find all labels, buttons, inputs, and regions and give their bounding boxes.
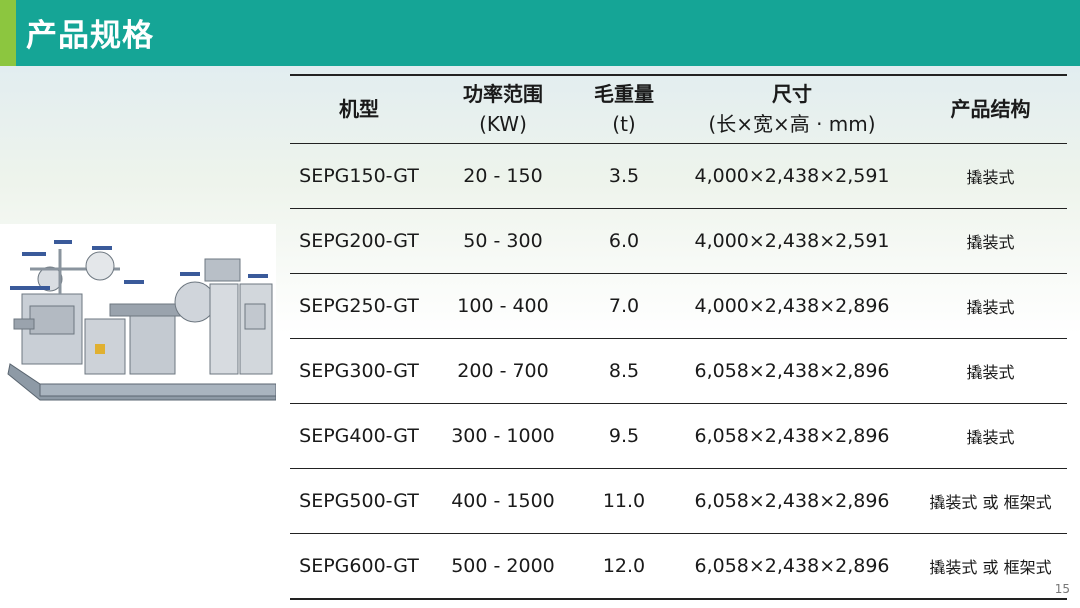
table-header-row: 机型 功率范围 (KW) 毛重量 (t) 尺寸 (长×宽×高 · mm) 产品结构 <box>290 74 1067 144</box>
cell-power: 300 - 1000 <box>451 424 555 447</box>
cell-size: 4,000×2,438×2,896 <box>694 294 890 317</box>
cell-weight: 9.5 <box>608 424 640 447</box>
cell-model: SEPG150-GT <box>299 164 419 187</box>
col-header-size: 尺寸 (长×宽×高 · mm) <box>670 74 914 144</box>
cell-model: SEPG400-GT <box>299 424 419 447</box>
cell-model: SEPG300-GT <box>299 359 419 382</box>
cell-structure: 撬装式 <box>966 362 1015 382</box>
cell-power: 500 - 2000 <box>451 554 555 577</box>
title-accent-bar <box>0 0 16 66</box>
cell-model: SEPG500-GT <box>299 489 419 512</box>
generator-set-diagram <box>0 224 276 406</box>
page-title: 产品规格 <box>26 18 154 54</box>
cell-power: 200 - 700 <box>457 359 549 382</box>
table-row: SEPG500-GT 400 - 1500 11.0 6,058×2,438×2… <box>290 468 1067 533</box>
table-row: SEPG150-GT 20 - 150 3.5 4,000×2,438×2,59… <box>290 143 1067 208</box>
table-row: SEPG600-GT 500 - 2000 12.0 6,058×2,438×2… <box>290 533 1067 599</box>
table-row: SEPG300-GT 200 - 700 8.5 6,058×2,438×2,8… <box>290 338 1067 403</box>
cell-size: 4,000×2,438×2,591 <box>694 229 890 252</box>
table-row: SEPG250-GT 100 - 400 7.0 4,000×2,438×2,8… <box>290 273 1067 338</box>
page-number: 15 <box>1054 582 1070 596</box>
cell-structure: 撬装式 或 框架式 <box>929 557 1052 577</box>
cell-size: 6,058×2,438×2,896 <box>694 489 890 512</box>
cell-size: 4,000×2,438×2,591 <box>694 164 890 187</box>
cell-weight: 7.0 <box>608 294 640 317</box>
cell-weight: 6.0 <box>608 229 640 252</box>
col-header-weight: 毛重量 (t) <box>578 74 670 144</box>
col-header-power: 功率范围 (KW) <box>428 74 578 144</box>
cell-size: 6,058×2,438×2,896 <box>694 424 890 447</box>
cell-structure: 撬装式 <box>966 427 1015 447</box>
cell-model: SEPG600-GT <box>299 554 419 577</box>
cell-weight: 3.5 <box>608 164 640 187</box>
col-header-model: 机型 <box>290 74 428 144</box>
col-header-structure: 产品结构 <box>914 74 1067 144</box>
cell-structure: 撬装式 <box>966 297 1015 317</box>
cell-model: SEPG250-GT <box>299 294 419 317</box>
cell-weight: 11.0 <box>602 489 646 512</box>
cell-structure: 撬装式 <box>966 167 1015 187</box>
title-bar: 产品规格 <box>0 0 1080 66</box>
cell-power: 50 - 300 <box>463 229 543 252</box>
cell-power: 400 - 1500 <box>451 489 555 512</box>
cell-power: 20 - 150 <box>463 164 543 187</box>
cell-model: SEPG200-GT <box>299 229 419 252</box>
cell-size: 6,058×2,438×2,896 <box>694 554 890 577</box>
cell-structure: 撬装式 或 框架式 <box>929 492 1052 512</box>
table-row: SEPG200-GT 50 - 300 6.0 4,000×2,438×2,59… <box>290 208 1067 273</box>
cell-structure: 撬装式 <box>966 232 1015 252</box>
cell-weight: 8.5 <box>608 359 640 382</box>
cell-size: 6,058×2,438×2,896 <box>694 359 890 382</box>
table-row: SEPG400-GT 300 - 1000 9.5 6,058×2,438×2,… <box>290 403 1067 468</box>
cell-weight: 12.0 <box>602 554 646 577</box>
spec-table: 机型 功率范围 (KW) 毛重量 (t) 尺寸 (长×宽×高 · mm) 产品结构 S… <box>290 74 1067 600</box>
cell-power: 100 - 400 <box>457 294 549 317</box>
